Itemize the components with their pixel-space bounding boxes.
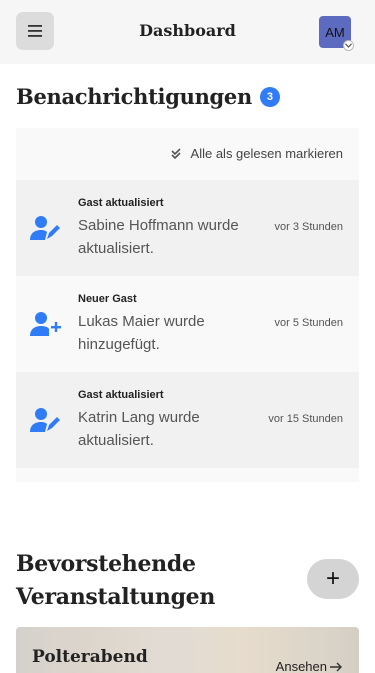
plus-icon: + bbox=[325, 565, 340, 592]
notification-message: Katrin Lang wurde aktualisiert. bbox=[78, 409, 200, 449]
event-card[interactable]: Polterabend Ansehen bbox=[16, 627, 359, 673]
notification-time: vor 15 Stunden bbox=[268, 413, 343, 425]
notification-type: Gast aktualisiert bbox=[78, 197, 164, 209]
notification-count-badge: 3 bbox=[259, 86, 280, 107]
user-add-icon bbox=[30, 312, 61, 336]
mark-all-read-label: Alle als gelesen markieren bbox=[190, 146, 343, 161]
notification-message: Sabine Hoffmann wurde aktualisiert. bbox=[78, 217, 239, 257]
avatar-initials: AM bbox=[325, 24, 345, 40]
notification-item[interactable]: Neuer Gast Lukas Maier wurde hinzugefügt… bbox=[16, 276, 359, 372]
notifications-heading: Benachrichtigungen 3 bbox=[16, 84, 280, 109]
chevron-down-icon bbox=[343, 40, 354, 51]
notification-type: Neuer Gast bbox=[78, 293, 137, 305]
notification-time: vor 3 Stunden bbox=[274, 221, 344, 233]
double-check-icon bbox=[170, 147, 181, 159]
avatar[interactable]: AM bbox=[319, 16, 354, 51]
event-name: Polterabend bbox=[32, 647, 148, 667]
notification-type: Gast aktualisiert bbox=[78, 389, 164, 401]
arrow-right-icon bbox=[330, 662, 342, 671]
user-edit-icon bbox=[30, 216, 60, 240]
notification-item[interactable]: Gast aktualisiert Sabine Hoffmann wurde … bbox=[16, 180, 359, 276]
view-event-link[interactable]: Ansehen bbox=[276, 659, 343, 673]
mark-all-read-button[interactable]: Alle als gelesen markieren bbox=[170, 146, 343, 161]
notification-message: Lukas Maier wurde hinzugefügt. bbox=[78, 313, 205, 353]
view-event-label: Ansehen bbox=[275, 659, 327, 673]
notifications-panel: Alle als gelesen markieren Gast aktualis… bbox=[16, 128, 359, 482]
notification-item[interactable]: Gast aktualisiert Katrin Lang wurde aktu… bbox=[16, 372, 359, 468]
notification-time: vor 5 Stunden bbox=[274, 317, 344, 329]
events-title: Bevorstehende Veranstaltungen bbox=[16, 551, 216, 610]
notifications-title: Benachrichtigungen bbox=[16, 84, 252, 109]
user-edit-icon bbox=[30, 408, 60, 432]
top-bar: Dashboard AM bbox=[0, 0, 375, 64]
add-event-button[interactable]: + bbox=[307, 559, 359, 599]
